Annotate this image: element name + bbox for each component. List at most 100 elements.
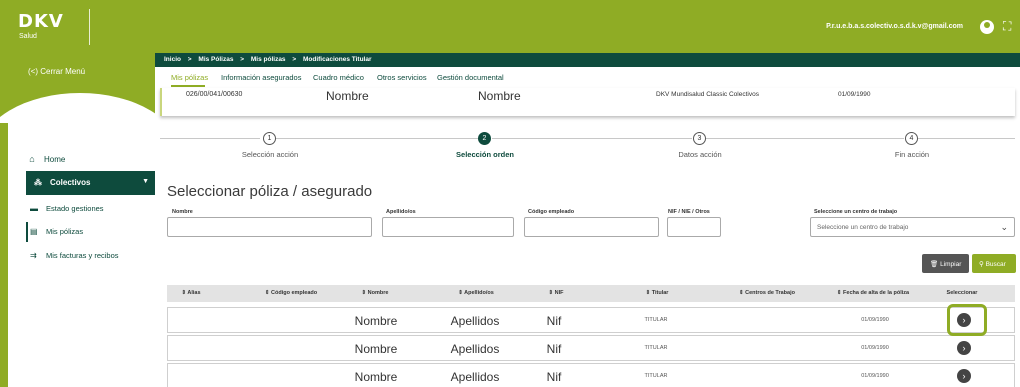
cell-nombre: Nombre	[354, 370, 398, 384]
nombre-label: Nombre	[172, 209, 193, 215]
stepper-line	[276, 138, 478, 139]
sidebar-wave	[0, 93, 155, 123]
dkv-logo[interactable]: DKV Salud	[10, 9, 90, 45]
step-4-label: Fin acción	[894, 150, 930, 159]
invoice-icon: ⇉	[30, 251, 37, 260]
close-menu-button[interactable]: (<) Cerrar Menú	[28, 67, 85, 76]
nif-label: NIF / NIE / Otros	[668, 209, 710, 215]
breadcrumb-inicio[interactable]: Inicio	[164, 56, 181, 63]
step-2-circle: 2	[478, 132, 491, 145]
table-row[interactable]: Nombre Apellidos Nif TITULAR 01/09/1990 …	[167, 307, 1015, 333]
sidebar-item-mis-polizas[interactable]: ▤ Mis pólizas	[30, 227, 83, 236]
home-icon: ⌂	[29, 154, 35, 164]
codigo-empleado-input[interactable]	[524, 217, 659, 237]
step-3-label: Datos acción	[678, 150, 722, 159]
user-email: P.r.u.e.b.a.s.colectiv.o.s.d.k.v@gmail.c…	[826, 23, 963, 30]
page-title: Seleccionar póliza / asegurado	[167, 183, 373, 200]
tab-gestion-documental[interactable]: Gestión documental	[437, 73, 504, 82]
fullscreen-icon[interactable]: ⛶	[1003, 20, 1016, 33]
sidebar-item-facturas[interactable]: ⇉ Mis facturas y recibos	[30, 251, 119, 260]
tab-cuadro-medico[interactable]: Cuadro médico	[313, 73, 364, 82]
cell-nombre: Nombre	[354, 314, 398, 328]
policy-number: 026/00/041/00630	[186, 91, 243, 98]
buscar-label: Buscar	[985, 261, 1006, 268]
breadcrumb-mis-polizas-section[interactable]: Mis Pólizas	[198, 56, 233, 63]
policy-date: 01/09/1990	[838, 91, 871, 98]
cell-titular: TITULAR	[644, 345, 668, 351]
breadcrumb-mis-polizas[interactable]: Mis pólizas	[251, 56, 286, 63]
sidebar-item-colectivos[interactable]: ⁂ Colectivos ▼	[26, 171, 155, 195]
trash-icon: 🗑	[930, 261, 939, 268]
highlight-annotation	[947, 304, 987, 336]
search-icon: ⚲	[979, 261, 984, 268]
th-nif[interactable]: ⇕ NIF	[549, 290, 564, 296]
sidebar-item-estado-gestiones[interactable]: ▬ Estado gestiones	[30, 204, 104, 213]
stepper-line	[918, 138, 1015, 139]
limpiar-button[interactable]: 🗑 Limpiar	[922, 254, 969, 273]
th-fecha-alta[interactable]: ⇕ Fecha de alta de la póliza	[837, 290, 909, 296]
tab-otros-servicios[interactable]: Otros servicios	[377, 73, 427, 82]
cell-fecha: 01/09/1990	[861, 317, 889, 323]
breadcrumb-separator: >	[240, 56, 245, 63]
th-titular[interactable]: ⇕ Titular	[646, 290, 669, 296]
th-alias[interactable]: ⇕ Alias	[181, 290, 200, 296]
step-1-circle: 1	[263, 132, 276, 145]
user-avatar-icon[interactable]	[980, 20, 994, 34]
sidebar-item-home-label: Home	[44, 155, 66, 164]
codigo-empleado-label: Código empleado	[528, 209, 575, 215]
step-3-circle: 3	[693, 132, 706, 145]
th-seleccionar: Seleccionar	[946, 290, 978, 296]
table-row[interactable]: Nombre Apellidos Nif TITULAR 01/09/1990 …	[167, 363, 1015, 387]
cell-apellidos: Apellidos	[450, 370, 500, 384]
cell-nombre: Nombre	[354, 342, 398, 356]
group-icon: ⁂	[34, 178, 42, 187]
centro-trabajo-placeholder: Seleccione un centro de trabajo	[817, 224, 909, 231]
table-header: ⇕ Alias ⇕ Código empleado ⇕ Nombre ⇕ Ape…	[167, 285, 1015, 302]
table-row[interactable]: Nombre Apellidos Nif TITULAR 01/09/1990 …	[167, 335, 1015, 361]
apellidos-label: Apellido/os	[386, 209, 416, 215]
tab-informacion-asegurados[interactable]: Información asegurados	[221, 73, 301, 82]
cell-nif: Nif	[546, 314, 562, 328]
th-nombre[interactable]: ⇕ Nombre	[362, 290, 389, 296]
chevron-down-icon: ⌄	[1000, 222, 1008, 232]
step-1-label: Selección acción	[241, 150, 299, 159]
caret-down-icon: ▼	[142, 178, 149, 185]
th-centros-trabajo[interactable]: ⇕ Centros de Trabajo	[739, 290, 795, 296]
apellidos-input[interactable]	[382, 217, 514, 237]
stepper-line	[492, 138, 692, 139]
cell-titular: TITULAR	[644, 373, 668, 379]
tab-mis-polizas[interactable]: Mis pólizas	[171, 73, 208, 82]
monitor-icon: ▬	[30, 204, 38, 213]
sidebar-item-colectivos-label: Colectivos	[50, 178, 91, 187]
sidebar: (<) Cerrar Menú ⌂ Home ⁂ Colectivos ▼ ▬ Est…	[0, 53, 155, 387]
cell-titular: TITULAR	[644, 317, 668, 323]
active-subitem-indicator	[26, 222, 28, 242]
cell-apellidos: Apellidos	[450, 342, 500, 356]
limpiar-label: Limpiar	[940, 261, 962, 268]
sidebar-item-polizas-label: Mis pólizas	[46, 227, 84, 236]
sidebar-header: (<) Cerrar Menú	[0, 53, 155, 123]
sidebar-item-home[interactable]: ⌂ Home	[26, 154, 65, 164]
breadcrumb-current: Modificaciones Titular	[302, 56, 372, 63]
th-codigo-empleado[interactable]: ⇕ Código empleado	[265, 290, 317, 296]
select-row-button[interactable]: ›	[957, 369, 971, 383]
active-tab-indicator	[171, 85, 205, 87]
cell-nif: Nif	[546, 370, 562, 384]
logo-mark: DKV	[18, 11, 64, 32]
sidebar-item-facturas-label: Mis facturas y recibos	[46, 251, 119, 260]
policy-summary-card: 026/00/041/00630 Nombre Nombre DKV Mundi…	[160, 88, 1015, 116]
stepper-line	[160, 138, 260, 139]
nif-input[interactable]	[667, 217, 721, 237]
breadcrumb-separator: >	[187, 56, 192, 63]
breadcrumb-separator: >	[292, 56, 297, 63]
th-apellidos[interactable]: ⇕ Apellido/os	[458, 290, 494, 296]
cell-fecha: 01/09/1990	[861, 345, 889, 351]
centro-trabajo-select[interactable]: Seleccione un centro de trabajo ⌄	[810, 217, 1015, 237]
step-2-label: Selección orden	[456, 150, 514, 159]
select-row-button[interactable]: ›	[957, 341, 971, 355]
centro-trabajo-label: Seleccione un centro de trabajo	[814, 209, 898, 215]
buscar-button[interactable]: ⚲ Buscar	[972, 254, 1016, 273]
nombre-input[interactable]	[167, 217, 372, 237]
logo-subtitle: Salud	[19, 33, 37, 40]
breadcrumb: Inicio > Mis Pólizas > Mis pólizas > Mod…	[155, 53, 1020, 67]
